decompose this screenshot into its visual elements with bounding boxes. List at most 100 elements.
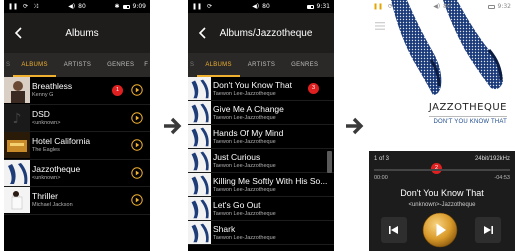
track-title: Give Me A Change	[213, 103, 284, 114]
next-track-button[interactable]	[475, 217, 501, 243]
status-bar: ❚❚ ⟳ ⤨ ◀) 80 ✱ 9:09	[4, 0, 150, 13]
album-artist: The Eagles	[32, 147, 60, 154]
track-title: Killing Me Softly With His So...	[213, 175, 328, 186]
track-artist: Taewon Lee-Jazzotheque	[213, 114, 276, 121]
album-cover-thriller	[4, 187, 30, 214]
list-item[interactable]: Breathless Kenny G 1	[4, 77, 150, 105]
volume-level: 80	[443, 3, 451, 10]
track-title: Just Curious	[213, 151, 261, 162]
back-arrow-icon[interactable]	[196, 26, 210, 40]
clock: 9:32	[497, 3, 511, 10]
pause-status-icon: ❚❚	[192, 3, 203, 10]
flow-arrow-icon	[164, 117, 182, 135]
tab-albums[interactable]: ALBUMS	[13, 53, 56, 77]
seek-bar[interactable]	[374, 169, 510, 171]
play-pause-button[interactable]	[422, 212, 458, 248]
track-artist: Taewon Lee-Jazzotheque	[213, 234, 276, 241]
back-arrow-icon[interactable]	[12, 26, 26, 40]
clock: 9:31	[316, 3, 330, 10]
tab-artists[interactable]: ARTISTS	[240, 53, 283, 77]
player-panel: 1 of 3 24bit/192kHz 2 00:00 -04:53 Don't…	[369, 151, 515, 251]
track-artist: Taewon Lee-Jazzotheque	[213, 210, 276, 217]
title-bar: Albums	[4, 13, 150, 53]
track-cover-icon	[188, 221, 211, 244]
play-circle-icon[interactable]	[131, 167, 143, 179]
tab-genres[interactable]: GENRES	[283, 53, 326, 77]
play-circle-icon[interactable]	[131, 112, 143, 124]
list-item[interactable]: Hands Of My Mind Taewon Lee-Jazzotheque	[188, 125, 334, 149]
scrollbar-thumb[interactable]	[327, 151, 332, 173]
pause-status-icon: ❚❚	[373, 3, 384, 10]
tab-bar: S ALBUMS ARTISTS GENRES F	[4, 53, 150, 77]
list-item[interactable]: Killing Me Softly With His So... Taewon L…	[188, 173, 334, 197]
track-title: Shark	[213, 223, 236, 234]
list-item[interactable]: Thriller Michael Jackson	[4, 187, 150, 215]
album-artist: <unknown>	[32, 119, 61, 126]
album-artist: Michael Jackson	[32, 202, 73, 209]
track-cover-icon	[188, 101, 211, 124]
album-cover-placeholder: ♪	[4, 104, 30, 131]
volume-icon: ◀)	[252, 3, 260, 10]
album-cover-jazzotheque	[4, 159, 30, 186]
album-title: Hotel California	[32, 136, 91, 147]
list-item[interactable]: Jazzotheque <unknown>	[4, 159, 150, 187]
list-item[interactable]: Don't You Know That Taewon Lee-Jazzothequ…	[188, 77, 334, 101]
now-playing-subtitle: <unknown>-Jazzotheque	[408, 202, 476, 208]
remaining-time: -04:53	[494, 175, 510, 181]
step-badge: 3	[308, 83, 319, 94]
repeat-status-icon: ⟳	[207, 3, 213, 10]
svg-text:♪: ♪	[13, 111, 22, 127]
tab-artists[interactable]: ARTISTS	[56, 53, 99, 77]
albums-screen: ❚❚ ⟳ ⤨ ◀) 80 ✱ 9:09 Albums S ALBUMS ARTI…	[4, 0, 150, 251]
menu-icon[interactable]	[375, 22, 385, 30]
track-title: Hands Of My Mind	[213, 127, 284, 138]
tab-partial-left[interactable]: S	[188, 53, 197, 77]
battery-icon	[306, 4, 314, 9]
tab-partial-left[interactable]: S	[4, 53, 13, 77]
track-cover-icon	[188, 149, 211, 172]
track-artist: Taewon Lee-Jazzotheque	[213, 138, 276, 145]
album-brand-title: JAZZOTHEQUE	[428, 102, 507, 113]
tab-genres[interactable]: GENRES	[99, 53, 142, 77]
divider	[429, 116, 507, 117]
track-cover-icon	[188, 197, 211, 220]
track-artist: Taewon Lee-Jazzotheque	[213, 186, 276, 193]
track-title: Let's Go Out	[213, 199, 261, 210]
repeat-status-icon: ⟳	[23, 3, 29, 10]
pause-status-icon: ❚❚	[8, 3, 19, 10]
album-art-shoes-image	[369, 0, 515, 95]
list-item[interactable]: Let's Go Out Taewon Lee-Jazzotheque	[188, 197, 334, 221]
list-item[interactable]: Shark Taewon Lee-Jazzotheque	[188, 221, 334, 245]
flow-arrow-icon	[346, 117, 364, 135]
album-list: Breathless Kenny G 1 ♪ DSD <unknown> Hotel…	[4, 77, 150, 215]
album-artist: <unknown>	[32, 174, 61, 181]
bluetooth-icon: ✱	[114, 3, 120, 10]
album-art: JAZZOTHEQUE DON'T YOU KNOW THAT	[369, 0, 515, 150]
elapsed-time: 00:00	[374, 175, 388, 181]
status-bar: ❚❚ ⟳ ◀) 80 9:32	[369, 0, 515, 13]
list-item[interactable]: Give Me A Change Taewon Lee-Jazzotheque	[188, 101, 334, 125]
album-title: DSD	[32, 108, 50, 119]
volume-icon: ◀)	[433, 3, 441, 10]
album-brand-subtitle: DON'T YOU KNOW THAT	[433, 119, 507, 125]
album-cover-hotel-california	[4, 132, 30, 159]
list-item[interactable]: ♪ DSD <unknown>	[4, 104, 150, 132]
list-item[interactable]: Hotel California The Eagles	[4, 132, 150, 160]
list-item[interactable]: Just Curious Taewon Lee-Jazzotheque	[188, 149, 334, 173]
now-playing-screen: JAZZOTHEQUE DON'T YOU KNOW THAT ❚❚ ⟳ ◀) …	[369, 0, 515, 251]
track-artist: Taewon Lee-Jazzotheque	[213, 162, 276, 169]
volume-level: 80	[78, 3, 86, 10]
volume-level: 80	[262, 3, 270, 10]
clock: 9:09	[132, 3, 146, 10]
tab-albums[interactable]: ALBUMS	[197, 53, 240, 77]
album-title: Thriller	[32, 191, 58, 202]
play-circle-icon[interactable]	[131, 139, 143, 151]
now-playing-title: Don't You Know That	[400, 188, 484, 198]
track-cover-icon	[188, 77, 211, 100]
battery-icon	[487, 4, 495, 9]
play-circle-icon[interactable]	[131, 84, 143, 96]
play-circle-icon[interactable]	[131, 194, 143, 206]
tab-partial-right[interactable]: F	[142, 53, 150, 77]
track-cover-icon	[188, 125, 211, 148]
previous-track-button[interactable]	[381, 217, 407, 243]
